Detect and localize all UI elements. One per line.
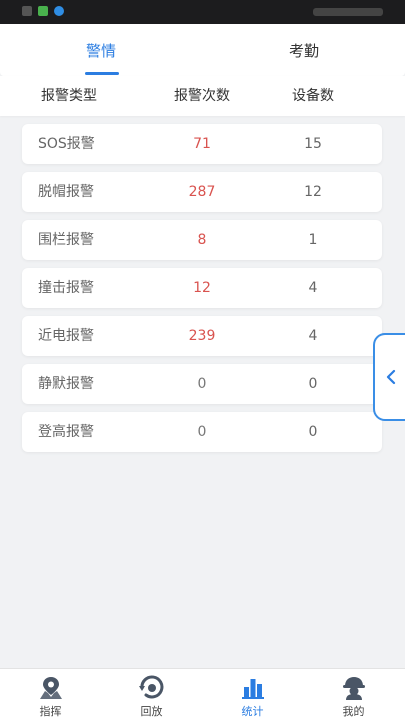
alert-type: 脱帽报警 bbox=[38, 184, 94, 200]
alert-count: 287 bbox=[188, 184, 216, 200]
status-bar bbox=[0, 0, 405, 24]
device-count: 4 bbox=[308, 280, 318, 296]
device-count: 4 bbox=[308, 328, 318, 344]
nav-item-command[interactable]: 指挥 bbox=[0, 669, 101, 720]
alert-count: 239 bbox=[188, 328, 216, 344]
replay-icon bbox=[138, 675, 163, 699]
alert-count: 12 bbox=[193, 280, 211, 296]
table-row[interactable]: 撞击报警 12 4 bbox=[22, 268, 382, 308]
alert-count: 8 bbox=[197, 232, 207, 248]
message-icon bbox=[38, 6, 48, 16]
nav-item-profile[interactable]: 我的 bbox=[303, 669, 404, 720]
device-count: 0 bbox=[308, 376, 318, 392]
status-right bbox=[313, 8, 383, 16]
device-count: 12 bbox=[304, 184, 322, 200]
user-helmet-icon bbox=[342, 677, 365, 700]
notification-icon bbox=[22, 6, 32, 16]
device-count: 15 bbox=[304, 136, 322, 152]
alert-type: 撞击报警 bbox=[38, 280, 94, 296]
bar-chart-icon bbox=[241, 679, 264, 699]
table-row[interactable]: 近电报警 239 4 bbox=[22, 316, 382, 356]
tab-attendance[interactable]: 考勤 bbox=[203, 24, 405, 76]
map-pin-icon bbox=[39, 677, 62, 699]
table-row[interactable]: 静默报警 0 0 bbox=[22, 364, 382, 404]
device-count: 1 bbox=[308, 232, 318, 248]
alert-type: 围栏报警 bbox=[38, 232, 94, 248]
table-row[interactable]: SOS报警 71 15 bbox=[22, 124, 382, 164]
nav-label: 统计 bbox=[241, 705, 264, 718]
table-header: 报警类型 报警次数 设备数 bbox=[0, 76, 405, 116]
side-panel-toggle[interactable] bbox=[373, 333, 405, 421]
nav-label: 回放 bbox=[140, 705, 163, 718]
nav-label: 我的 bbox=[342, 705, 365, 718]
nav-item-statistics[interactable]: 统计 bbox=[202, 669, 303, 720]
alert-type: 近电报警 bbox=[38, 328, 94, 344]
nav-item-replay[interactable]: 回放 bbox=[101, 669, 202, 720]
header-alert-count: 报警次数 bbox=[174, 88, 230, 104]
status-icons bbox=[22, 6, 64, 16]
device-count: 0 bbox=[308, 424, 318, 440]
chevron-left-icon bbox=[386, 369, 396, 385]
header-device-count: 设备数 bbox=[292, 88, 334, 104]
cloud-icon bbox=[54, 6, 64, 16]
tab-indicator bbox=[85, 72, 119, 75]
table-row[interactable]: 围栏报警 8 1 bbox=[22, 220, 382, 260]
nav-label: 指挥 bbox=[39, 705, 62, 718]
header-alert-type: 报警类型 bbox=[41, 88, 97, 104]
alert-type: 静默报警 bbox=[38, 376, 94, 392]
alert-type: 登高报警 bbox=[38, 424, 94, 440]
alert-count: 71 bbox=[193, 136, 211, 152]
tab-bar: 警情 考勤 bbox=[0, 24, 405, 76]
alert-table: SOS报警 71 15 脱帽报警 287 12 围栏报警 8 1 撞击报警 12… bbox=[22, 124, 382, 460]
alert-count: 0 bbox=[197, 376, 207, 392]
table-row[interactable]: 登高报警 0 0 bbox=[22, 412, 382, 452]
table-row[interactable]: 脱帽报警 287 12 bbox=[22, 172, 382, 212]
alert-count: 0 bbox=[197, 424, 207, 440]
alert-type: SOS报警 bbox=[38, 136, 95, 152]
tab-alerts[interactable]: 警情 bbox=[0, 24, 202, 76]
bottom-nav: 指挥 回放 统计 我的 bbox=[0, 668, 405, 720]
